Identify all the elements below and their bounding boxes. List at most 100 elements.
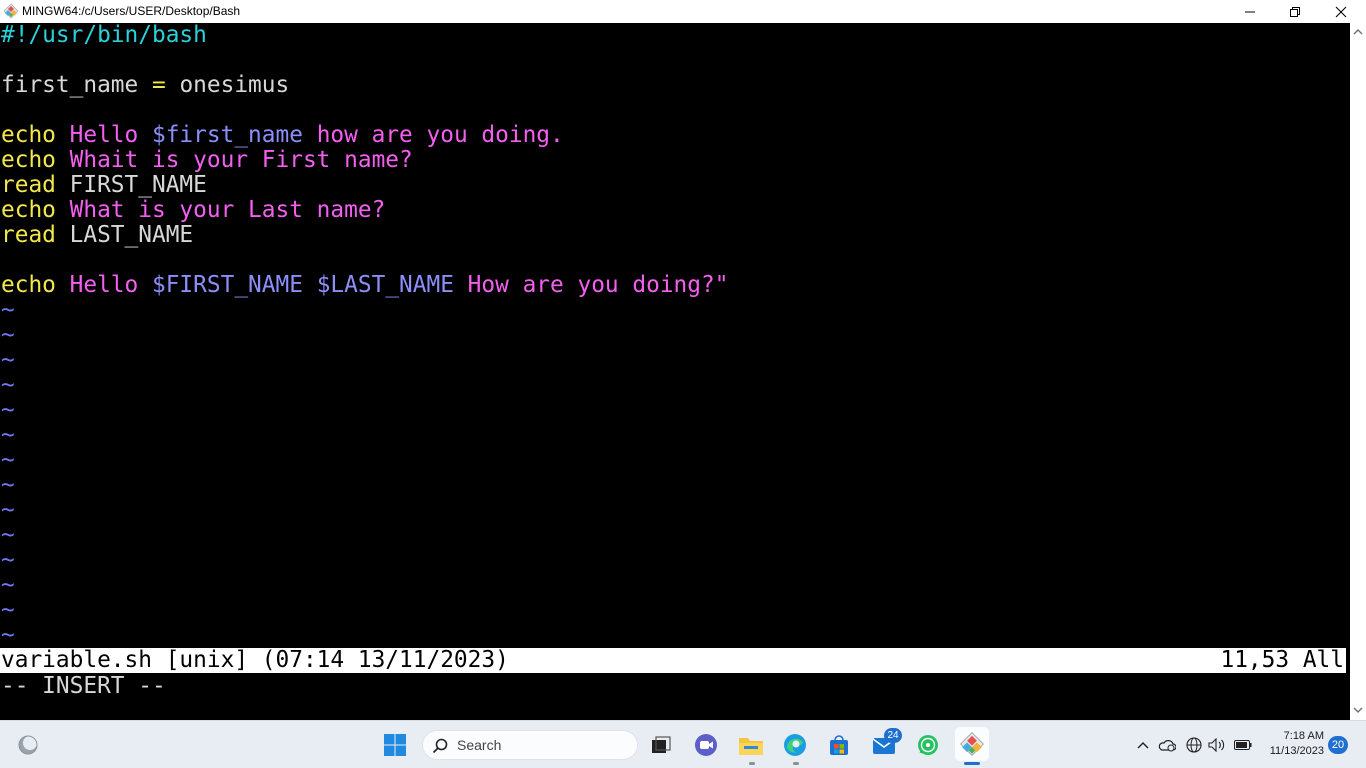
widgets-button[interactable] xyxy=(12,729,44,761)
vim-status-line: variable.sh [unix] (07:14 13/11/2023) 11… xyxy=(0,648,1346,673)
empty-line-marker: ~ xyxy=(1,572,15,598)
code-line: echo Hello $first_name how are you doing… xyxy=(1,123,564,148)
taskbar-task-view[interactable] xyxy=(645,729,677,761)
task-view-icon xyxy=(652,736,671,753)
file-status: variable.sh [unix] (07:14 13/11/2023) xyxy=(1,647,509,673)
tray-onedrive[interactable] xyxy=(1157,735,1177,755)
code-line: read LAST_NAME xyxy=(1,223,193,248)
file-explorer-icon xyxy=(739,738,763,755)
scroll-down-arrow-icon[interactable] xyxy=(1353,706,1363,714)
clock-date: 11/13/2023 xyxy=(1269,745,1324,757)
empty-line-marker: ~ xyxy=(1,472,15,498)
start-button[interactable] xyxy=(379,729,411,761)
code-line: echo Hello $FIRST_NAME $LAST_NAME How ar… xyxy=(1,273,728,298)
empty-line-marker: ~ xyxy=(1,297,15,323)
minimize-button[interactable] xyxy=(1227,0,1273,23)
close-button[interactable] xyxy=(1318,0,1364,23)
code-line: read FIRST_NAME xyxy=(1,173,207,198)
network-globe-icon xyxy=(1186,737,1202,753)
empty-line-marker: ~ xyxy=(1,372,15,398)
weather-widget-icon xyxy=(18,735,38,755)
terminal-scrollbar[interactable] xyxy=(1350,23,1366,720)
code-line: echo Whait is your First name? xyxy=(1,148,413,173)
maximize-icon xyxy=(1290,6,1300,17)
taskbar-git-bash[interactable] xyxy=(955,727,989,761)
onedrive-sync-icon xyxy=(1158,740,1176,752)
empty-line-marker: ~ xyxy=(1,497,15,523)
code-token: $FIRST_NAME xyxy=(151,272,303,298)
taskbar-clock[interactable]: 7:18 AM 11/13/2023 xyxy=(1262,729,1324,759)
code-token: #!/usr/bin/bash xyxy=(1,23,207,48)
edge-running-indicator xyxy=(793,762,799,765)
scroll-up-arrow-icon[interactable] xyxy=(1353,28,1363,36)
taskbar-whatsapp[interactable] xyxy=(912,729,944,761)
cursor-position: 11,53 All xyxy=(1220,647,1344,673)
file-explorer-running-indicator xyxy=(749,762,755,765)
code-token: first_name xyxy=(1,72,139,98)
notification-count-badge[interactable]: 20 xyxy=(1328,736,1348,754)
terminal-editor[interactable]: #!/usr/bin/bash first_name = onesimus echo… xyxy=(0,23,1350,720)
tray-network[interactable] xyxy=(1184,735,1204,755)
taskbar-search-box[interactable]: Search xyxy=(422,730,638,760)
code-token: echo xyxy=(1,122,56,148)
taskbar-edge[interactable] xyxy=(779,729,811,761)
tray-volume[interactable] xyxy=(1207,735,1227,755)
edge-browser-icon xyxy=(784,734,806,756)
taskbar-file-explorer[interactable] xyxy=(735,729,767,761)
search-icon xyxy=(432,738,448,754)
show-hidden-icons-button[interactable] xyxy=(1133,735,1153,755)
code-token: Hello xyxy=(55,122,152,148)
empty-line-marker: ~ xyxy=(1,347,15,373)
empty-line-marker: ~ xyxy=(1,597,15,623)
close-icon xyxy=(1335,6,1347,17)
maximize-button[interactable] xyxy=(1272,0,1318,23)
code-line: #!/usr/bin/bash xyxy=(1,23,207,48)
whatsapp-icon xyxy=(918,735,938,755)
code-token: $LAST_NAME xyxy=(316,272,454,298)
mail-unread-badge: 24 xyxy=(884,728,902,743)
show-hidden-chevron-icon xyxy=(1137,742,1149,749)
code-token: Whait is your First name? xyxy=(55,147,413,173)
clock-time: 7:18 AM xyxy=(1283,730,1324,742)
git-bash-icon xyxy=(960,732,984,756)
code-token: How are you doing?" xyxy=(453,272,729,298)
volume-icon xyxy=(1208,738,1225,752)
teams-meet-icon xyxy=(695,734,717,756)
code-token: FIRST_NAME xyxy=(55,172,207,198)
code-token: echo xyxy=(1,147,56,173)
code-token: LAST_NAME xyxy=(55,222,194,248)
code-token: how are you doing. xyxy=(302,122,564,148)
vim-mode-indicator: -- INSERT -- xyxy=(1,673,166,699)
windows-start-icon xyxy=(384,734,406,756)
window-title: MINGW64:/c/Users/USER/Desktop/Bash xyxy=(22,4,241,18)
code-token: = xyxy=(138,72,180,98)
empty-line-marker: ~ xyxy=(1,422,15,448)
search-placeholder: Search xyxy=(457,737,502,753)
taskbar-store[interactable] xyxy=(823,729,855,761)
empty-line-marker: ~ xyxy=(1,622,15,648)
empty-line-marker: ~ xyxy=(1,547,15,573)
empty-line-marker: ~ xyxy=(1,447,15,473)
git-bash-active-indicator xyxy=(964,762,980,765)
code-token: echo xyxy=(1,197,56,223)
code-token: Hello xyxy=(55,272,152,298)
tray-battery[interactable] xyxy=(1233,735,1253,755)
code-token: $first_name xyxy=(151,122,303,148)
code-token: echo xyxy=(1,272,56,298)
code-token: read xyxy=(1,222,56,248)
code-line: first_name = onesimus xyxy=(1,73,289,98)
minimize-icon xyxy=(1245,11,1255,12)
empty-line-marker: ~ xyxy=(1,322,15,348)
microsoft-store-icon xyxy=(830,735,848,755)
window-titlebar: MINGW64:/c/Users/USER/Desktop/Bash xyxy=(0,0,1366,23)
code-token: read xyxy=(1,172,56,198)
empty-line-marker: ~ xyxy=(1,397,15,423)
code-line: echo What is your Last name? xyxy=(1,198,385,223)
code-token: What is your Last name? xyxy=(55,197,386,223)
empty-line-marker: ~ xyxy=(1,522,15,548)
taskbar-teams[interactable] xyxy=(690,729,722,761)
windows-taskbar: Search 24 7:18 AM 11/13/2023 20 xyxy=(0,720,1366,768)
battery-icon xyxy=(1234,740,1252,750)
git-diamond-icon xyxy=(3,3,19,19)
